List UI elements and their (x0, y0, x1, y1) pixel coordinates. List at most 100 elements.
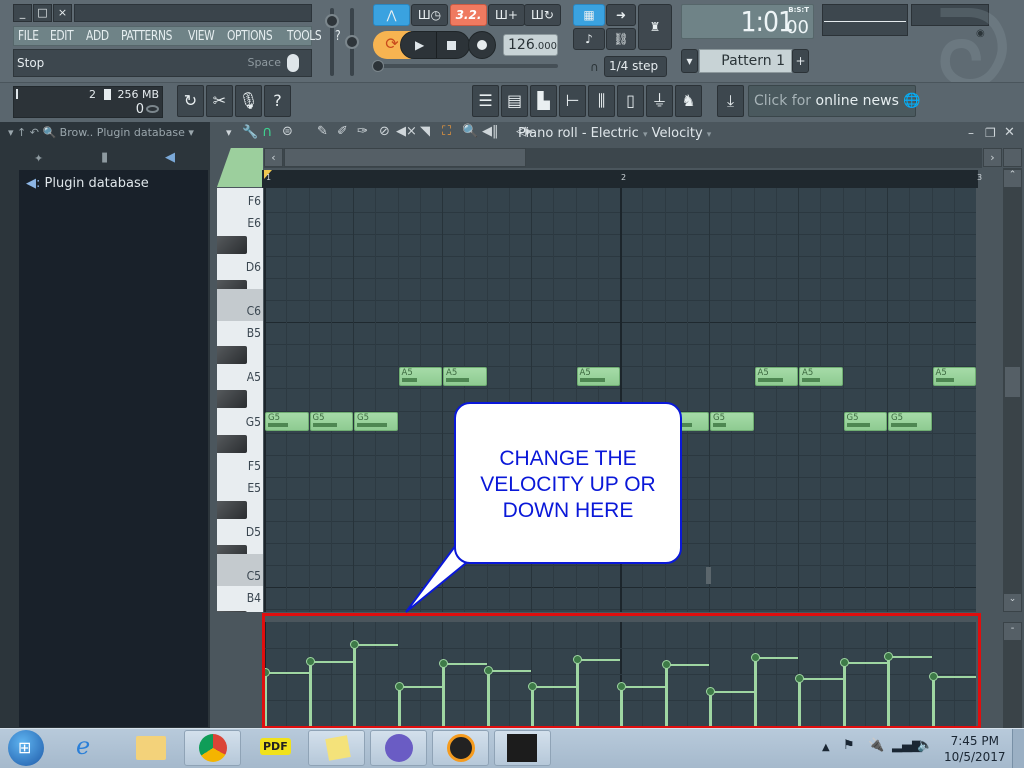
cut-tool-button[interactable]: ✂ (206, 85, 233, 117)
menu-edit[interactable]: EDIT (50, 28, 74, 44)
horizontal-scroll-thumb[interactable] (284, 148, 526, 167)
mute-icon[interactable]: ◀× (396, 124, 417, 139)
browser-item-plugin-database[interactable]: ◀: Plugin database (26, 176, 149, 191)
close-icon[interactable]: ✕ (1004, 125, 1015, 140)
chevron-down-icon[interactable]: ▾ (8, 126, 14, 139)
metronome-button[interactable]: ⋀ (373, 4, 410, 26)
plugin-picker-button[interactable]: ⏚ (646, 85, 673, 117)
song-position-handle[interactable] (372, 60, 384, 72)
typing-keyboard-button[interactable]: ▦ (573, 4, 605, 26)
pencil-icon[interactable]: ✎ (317, 124, 328, 139)
record-audio-button[interactable]: 🎙 (235, 85, 262, 117)
menu-patterns[interactable]: PATTERNS (121, 28, 172, 44)
pattern-menu-button[interactable]: ▾ (681, 49, 698, 73)
snap-dropdown[interactable]: 1/4 step ▼ (604, 56, 667, 91)
start-button[interactable]: ⊞ (8, 730, 44, 766)
velocity-zoom-button[interactable]: - (1003, 622, 1022, 641)
menu-view[interactable]: VIEW (188, 28, 215, 44)
countdown-button[interactable]: 3.2. (450, 4, 487, 26)
blend-notes-button[interactable]: Ш+ (488, 4, 525, 26)
vertical-scroll-thumb[interactable] (1004, 366, 1021, 398)
online-news-panel[interactable]: Click for online news 🌐 (748, 85, 921, 117)
browser-button[interactable]: ⊢ (559, 85, 586, 117)
menu-add[interactable]: ADD (86, 28, 109, 44)
scroll-down-button[interactable]: ⌄ (1003, 593, 1022, 612)
system-clock[interactable]: 7:45 PM 10/5/2017 (944, 733, 1006, 765)
channel-rack-button[interactable]: ▤ (501, 85, 528, 117)
piano-roll-button[interactable]: ▙ (530, 85, 557, 117)
black-key[interactable] (217, 236, 247, 255)
menu-help[interactable]: ? (335, 28, 341, 44)
mixer-button[interactable]: ⫼ (588, 85, 615, 117)
select-icon[interactable]: ⛶ (442, 124, 451, 139)
add-pattern-button[interactable]: + (792, 49, 809, 73)
menu-tools[interactable]: TOOLS (287, 28, 322, 44)
power-plug-icon[interactable]: 🔌 (868, 738, 884, 753)
main-volume-button[interactable]: ♜ (638, 4, 672, 50)
arrow-up-icon[interactable]: ↑ (17, 126, 26, 139)
browser-title[interactable]: Brow.. Plugin database (60, 126, 185, 139)
waveform-filter-icon[interactable]: ✦ (34, 152, 43, 165)
wait-input-button[interactable]: Ш◷ (411, 4, 448, 26)
paint-plus-icon[interactable]: ✑ (357, 124, 368, 139)
note[interactable]: G5 (710, 411, 754, 431)
time-ruler[interactable]: 1 2 3 (262, 170, 982, 188)
minimize-icon[interactable]: – (968, 126, 974, 140)
playback-icon[interactable]: ◀‖ (482, 124, 499, 139)
piano-roll-title[interactable]: Piano roll - Electric ▾ Velocity ▾ (518, 126, 711, 141)
piano-roll-channel[interactable]: Piano roll - Electric (518, 126, 639, 141)
paint-icon[interactable]: ✐ (337, 124, 348, 139)
scroll-follow-button[interactable]: ♪ (573, 28, 605, 50)
note[interactable]: G5 (888, 411, 932, 431)
play-button[interactable]: ▶ (415, 38, 424, 52)
master-pitch-knob[interactable] (345, 35, 359, 49)
note[interactable]: A5 (932, 367, 976, 387)
pattern-selector[interactable]: Pattern 1 (699, 49, 792, 73)
menu-file[interactable]: FILE (18, 28, 39, 44)
taskbar-explorer[interactable] (122, 730, 179, 766)
note[interactable]: A5 (398, 367, 442, 387)
song-position-slider[interactable] (372, 64, 558, 68)
zoom-icon[interactable]: 🔍 (462, 124, 478, 139)
chevron-down-icon[interactable]: ▾ (188, 126, 194, 139)
note[interactable]: A5 (576, 367, 620, 387)
touch-keyboard-button[interactable]: ♞ (675, 85, 702, 117)
piano-keyboard[interactable]: F6 E6 D6 C6 B5 A5 G5 F5 E5 D5 C5 B4 (217, 188, 263, 612)
taskbar-app[interactable] (494, 730, 551, 766)
multilink-button[interactable]: ⛓ (606, 28, 636, 50)
song-time-display[interactable]: 1:01 B:S:T 00 (681, 4, 814, 39)
back-icon[interactable]: ↶ (30, 126, 39, 139)
scroll-left-button[interactable]: ‹ (264, 148, 283, 167)
black-key[interactable] (217, 434, 247, 453)
taskbar-bittorrent[interactable] (370, 730, 427, 766)
note[interactable]: A5 (754, 367, 798, 387)
search-icon[interactable]: 🔍 (42, 126, 56, 139)
loop-record-button[interactable]: Ш↻ (524, 4, 561, 26)
undo-history-button[interactable]: ↻ (177, 85, 204, 117)
black-key[interactable] (217, 500, 247, 519)
tempo-field[interactable]: 126.000 (503, 34, 558, 56)
menu-options[interactable]: OPTIONS (227, 28, 273, 44)
taskbar-pdf[interactable]: PDF (246, 730, 303, 766)
note[interactable]: A5 (799, 367, 843, 387)
file-filter-icon[interactable]: ▮ (101, 150, 108, 165)
note[interactable]: G5 (265, 411, 309, 431)
note[interactable]: G5 (309, 411, 353, 431)
note[interactable]: G5 (354, 411, 398, 431)
restore-icon[interactable]: ❐ (985, 126, 996, 140)
black-key[interactable] (217, 390, 247, 409)
piano-roll-target[interactable]: Velocity (652, 126, 703, 141)
volume-icon[interactable]: 🔈 (917, 738, 933, 753)
delete-icon[interactable]: ⊘ (379, 124, 390, 139)
maximize-button[interactable]: □ (33, 4, 52, 22)
news-link[interactable]: online news (816, 93, 899, 109)
taskbar-notes[interactable] (308, 730, 365, 766)
velocity-scrollbar[interactable]: - (1003, 622, 1022, 728)
plugin-filter-icon[interactable]: ◀ (165, 150, 175, 165)
scroll-right-button[interactable]: › (983, 148, 1002, 167)
action-center-flag-icon[interactable]: ⚑ (843, 738, 855, 753)
black-key[interactable] (217, 346, 247, 365)
stop-button[interactable] (447, 41, 456, 50)
magnet-icon[interactable]: ∩ (262, 124, 272, 140)
note[interactable]: G5 (843, 411, 887, 431)
